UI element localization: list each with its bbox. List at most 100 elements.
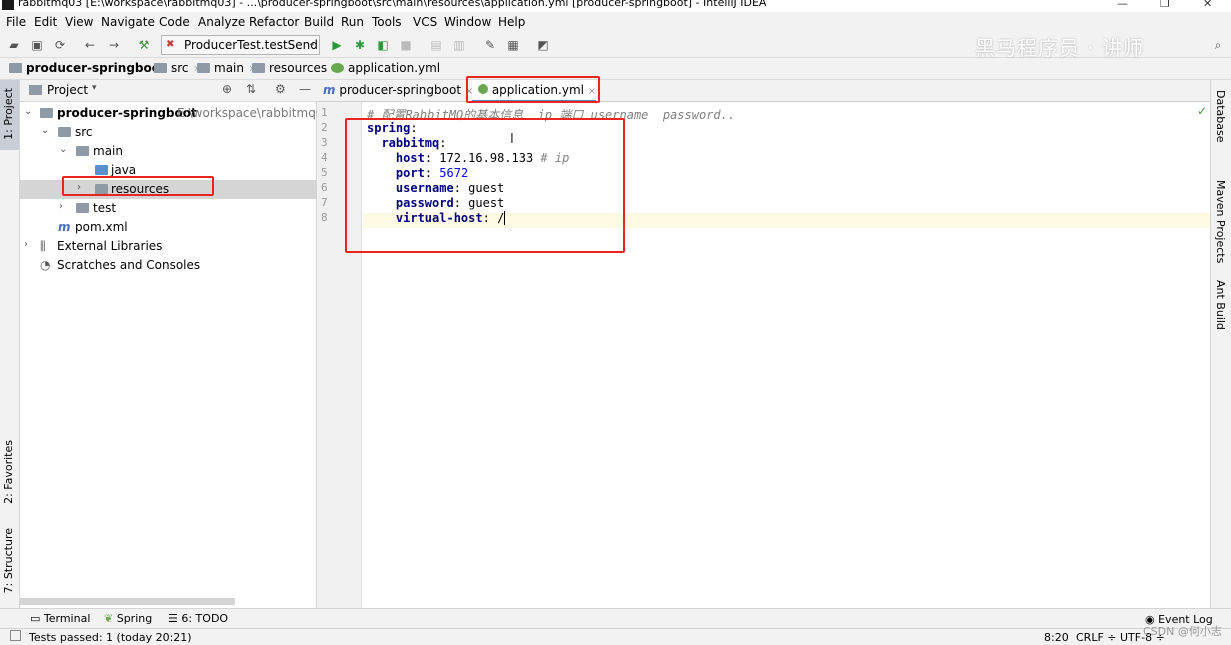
run-icon[interactable]: ▶ <box>329 37 345 53</box>
breadcrumb-file[interactable]: application.yml <box>331 61 440 75</box>
tree-item-src[interactable]: ⌄ src <box>20 123 317 142</box>
project-structure-icon[interactable]: ▦ <box>505 37 521 53</box>
library-icon: ⫼ <box>40 239 46 253</box>
terminal-tool-button[interactable]: ▭ Terminal <box>30 612 90 625</box>
tool-tab-ant[interactable]: Ant Build <box>1214 280 1227 330</box>
spring-leaf-icon: ❦ <box>104 612 114 625</box>
chevron-down-icon[interactable]: ⌄ <box>41 125 49 136</box>
locate-icon[interactable]: ⊕ <box>222 82 232 96</box>
menu-file[interactable]: File <box>6 15 26 29</box>
menu-build[interactable]: Build <box>304 15 334 29</box>
menu-code[interactable]: Code <box>159 15 190 29</box>
tree-item-external-libraries[interactable]: › ⫼ External Libraries <box>20 237 317 256</box>
hide-icon[interactable]: — <box>299 82 311 96</box>
profile-icon[interactable]: ▥ <box>451 37 467 53</box>
debug-icon[interactable]: ✱ <box>352 37 368 53</box>
code-line-8: virtual-host: / <box>395 211 506 225</box>
tree-item-test[interactable]: › test <box>20 199 317 218</box>
tree-item-java[interactable]: java <box>20 161 317 180</box>
chevron-right-icon[interactable]: › <box>59 201 63 212</box>
chevron-right-icon[interactable]: › <box>24 239 28 250</box>
todo-tool-button[interactable]: ☰ 6: TODO <box>168 612 228 625</box>
csdn-watermark: CSDN @何小志 <box>1143 625 1222 638</box>
build-hammer-icon[interactable]: ⚒ <box>136 37 152 53</box>
sdk-icon[interactable]: ◩ <box>535 37 551 53</box>
menu-run[interactable]: Run <box>341 15 364 29</box>
chevron-down-icon[interactable]: ⌄ <box>59 144 67 155</box>
status-panel-icon[interactable] <box>10 630 21 641</box>
search-icon[interactable]: ⌕ <box>1210 37 1226 53</box>
menu-edit[interactable]: Edit <box>34 15 57 29</box>
tree-item-root[interactable]: ⌄ producer-springboot E:\workspace\rabbi… <box>20 104 335 123</box>
tree-item-scratches[interactable]: ◔ Scratches and Consoles <box>20 256 317 275</box>
forward-arrow-icon[interactable]: → <box>106 37 122 53</box>
dropdown-arrow-icon[interactable]: ▾ <box>92 83 97 93</box>
folder-icon <box>58 127 71 137</box>
minimize-button[interactable]: — <box>1117 0 1128 10</box>
watermark: 黑马程序员 · 讲师 <box>975 36 1145 60</box>
horizontal-scrollbar[interactable] <box>20 598 235 605</box>
folder-icon <box>197 63 210 73</box>
resources-folder-icon <box>95 184 108 194</box>
code-line-3: rabbitmq: <box>381 136 447 150</box>
attach-icon[interactable]: ▤ <box>428 37 444 53</box>
main-toolbar: ▰ ▣ ⟳ ← → ⚒ ✖ ProducerTest.testSend ⌄ ▶ … <box>0 32 1231 60</box>
line-separator[interactable]: CRLF ÷ <box>1076 631 1117 644</box>
code-line-4: host: 172.16.98.133 # ip <box>395 151 570 165</box>
right-tool-strip: Database Maven Projects Ant Build <box>1210 80 1231 608</box>
scratches-icon: ◔ <box>40 258 51 272</box>
maximize-button[interactable]: ❐ <box>1160 0 1170 10</box>
window-title: rabbitmq03 [E:\workspace\rabbitmq03] - .… <box>18 0 767 9</box>
maven-icon: m <box>58 220 71 234</box>
breadcrumb-project[interactable]: producer-springboot › <box>9 61 176 75</box>
code-line-6: username: guest <box>395 181 505 195</box>
save-icon[interactable]: ▣ <box>29 37 45 53</box>
chevron-right-icon[interactable]: › <box>77 182 81 193</box>
menu-navigate[interactable]: Navigate <box>101 15 155 29</box>
project-view-selector[interactable]: Project <box>47 83 88 97</box>
tab-producer-springboot[interactable]: m producer-springboot × <box>323 80 473 102</box>
menu-analyze[interactable]: Analyze <box>198 15 245 29</box>
run-config-selector[interactable]: ✖ ProducerTest.testSend ⌄ <box>161 35 320 55</box>
folder-icon <box>154 63 167 73</box>
close-button[interactable]: ✕ <box>1203 0 1212 10</box>
tool-tab-project[interactable]: 1: Project <box>2 88 15 140</box>
back-arrow-icon[interactable]: ← <box>82 37 98 53</box>
breadcrumb-resources[interactable]: resources› <box>252 61 337 75</box>
caret-position[interactable]: 8:20 <box>1044 631 1069 644</box>
coverage-icon[interactable]: ◧ <box>375 37 391 53</box>
sync-icon[interactable]: ⟳ <box>52 37 68 53</box>
tool-tab-maven[interactable]: Maven Projects <box>1214 180 1227 263</box>
collapse-icon[interactable]: ⇅ <box>246 82 256 96</box>
bottom-tool-bar: ▭ Terminal ❦ Spring ☰ 6: TODO ◉ Event Lo… <box>0 608 1231 628</box>
stop-icon[interactable]: ■ <box>398 37 414 53</box>
tree-item-resources[interactable]: › resources <box>20 180 317 199</box>
tool-tab-structure[interactable]: 7: Structure <box>2 528 15 593</box>
tab-application-yml[interactable]: application.yml × <box>472 80 596 102</box>
chevron-down-icon[interactable]: ⌄ <box>24 106 32 117</box>
open-folder-icon[interactable]: ▰ <box>6 37 22 53</box>
tool-tab-database[interactable]: Database <box>1214 90 1227 143</box>
resources-folder-icon <box>252 63 265 73</box>
breadcrumb-main[interactable]: main› <box>197 61 254 75</box>
spring-leaf-icon <box>478 84 488 94</box>
menu-tools[interactable]: Tools <box>372 15 402 29</box>
code-line-7: password: guest <box>395 196 505 210</box>
module-folder-icon <box>9 63 22 73</box>
breadcrumb-src[interactable]: src › <box>154 61 198 75</box>
menu-window[interactable]: Window <box>444 15 491 29</box>
tree-item-main[interactable]: ⌄ main <box>20 142 317 161</box>
close-tab-icon[interactable]: × <box>588 86 596 97</box>
menu-help[interactable]: Help <box>498 15 525 29</box>
menu-view[interactable]: View <box>65 15 93 29</box>
menu-refactor[interactable]: Refactor <box>249 15 299 29</box>
spring-tool-button[interactable]: ❦ Spring <box>104 612 152 625</box>
settings-wrench-icon[interactable]: ✎ <box>482 37 498 53</box>
tree-item-pom[interactable]: m pom.xml <box>20 218 317 237</box>
project-panel: Project ▾ ⊕ ⇅ ⚙ — ⌄ producer-springboot … <box>20 80 335 608</box>
tool-tab-favorites[interactable]: 2: Favorites <box>2 440 15 504</box>
code-line-1: # 配置RabbitMQ的基本信息 ip 端口 username passwor… <box>367 108 736 122</box>
gear-icon[interactable]: ⚙ <box>275 82 286 96</box>
status-message[interactable]: Tests passed: 1 (today 20:21) <box>29 631 192 644</box>
menu-vcs[interactable]: VCS <box>413 15 437 29</box>
